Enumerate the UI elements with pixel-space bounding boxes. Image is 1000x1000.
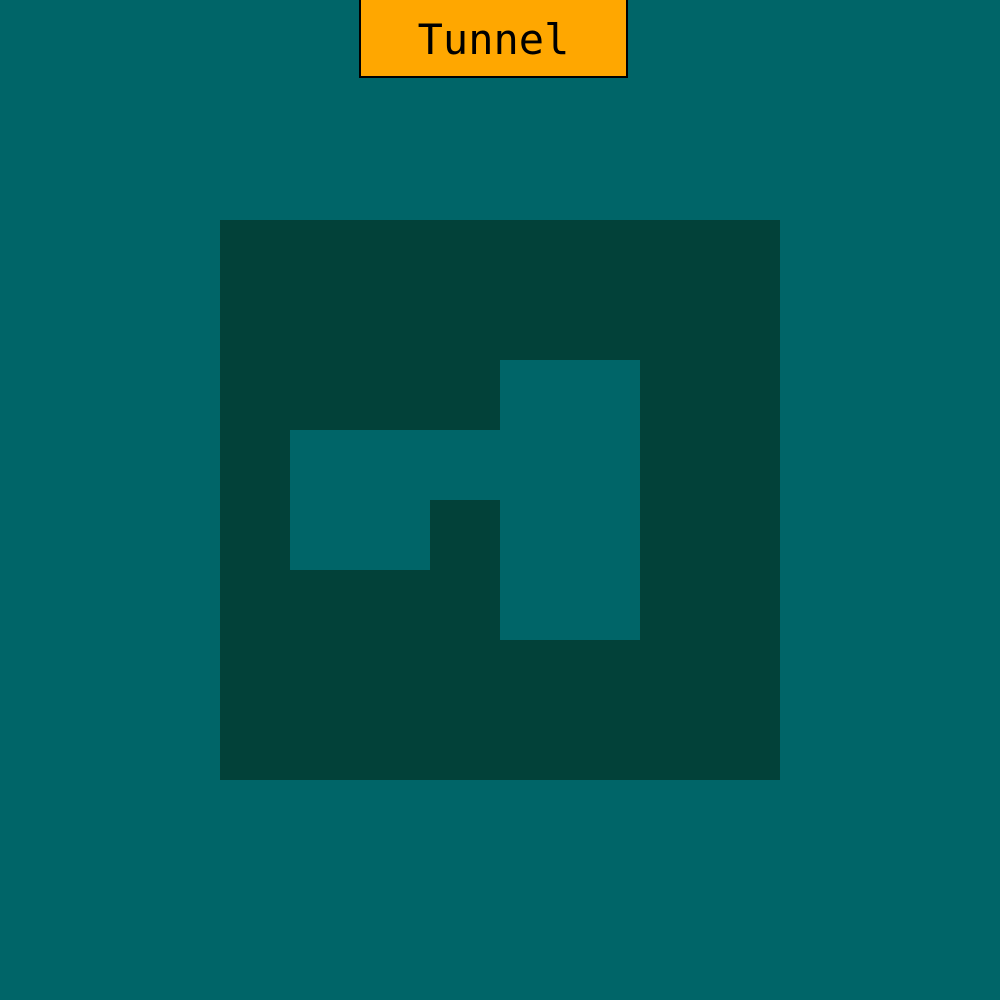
tunnel-path-lower: [290, 500, 430, 570]
tunnel-path-vertical: [500, 360, 640, 640]
level-title: Tunnel: [417, 14, 570, 64]
tunnel-map: [220, 220, 780, 780]
tunnel-path-horizontal: [290, 430, 500, 500]
level-title-tag: Tunnel: [359, 0, 628, 78]
game-scene: Tunnel: [0, 0, 1000, 1000]
